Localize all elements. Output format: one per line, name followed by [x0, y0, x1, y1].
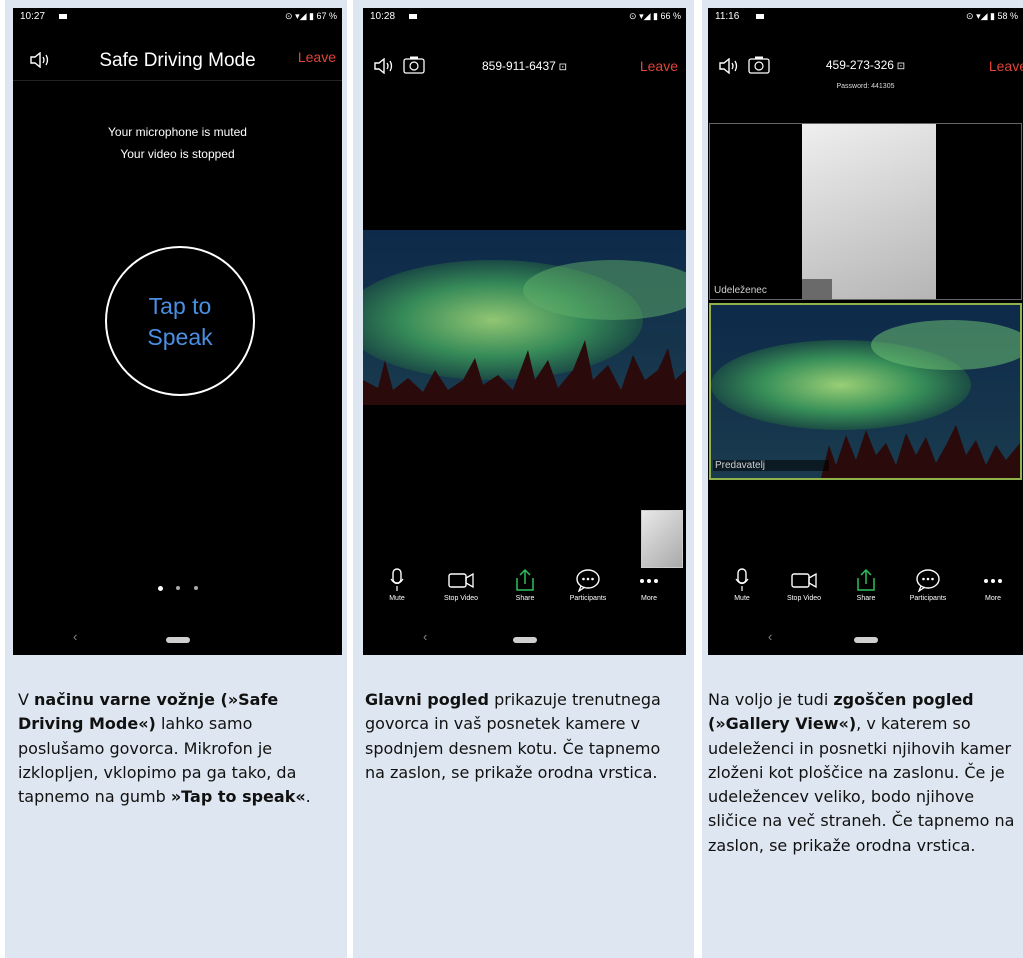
home-pill[interactable]: [165, 637, 190, 643]
panel-gallery-view: 11:16 ⊙ ▾◢ ▮ 58 % 459-273-326 ⊡ Password…: [702, 0, 1023, 958]
share-icon: [857, 568, 875, 591]
header-divider: [13, 80, 342, 81]
participant-video: [802, 124, 936, 299]
signal-icon: ⊙ ▾◢ ▮: [966, 11, 998, 21]
more-dots-icon: [640, 579, 658, 583]
stop-video-button[interactable]: Stop Video: [774, 568, 834, 602]
caption-gallery-view: Na voljo je tudi zgoščen pogled (»Galler…: [708, 688, 1021, 858]
meeting-id[interactable]: 859-911-6437 ⊡: [363, 59, 686, 73]
nav-bar: ‹: [13, 625, 342, 655]
participants-label: Participants: [909, 595, 947, 602]
leave-button[interactable]: Leave: [298, 49, 336, 65]
back-icon[interactable]: ‹: [768, 629, 772, 644]
video-camera-icon: [791, 572, 817, 589]
chat-bubble-icon: [576, 569, 600, 592]
speaker-video: [711, 305, 1020, 478]
mute-label: Mute: [389, 595, 405, 602]
self-view-thumbnail[interactable]: [641, 510, 683, 568]
camera-status-icon: [59, 14, 67, 19]
microphone-icon: [735, 568, 749, 591]
active-speaker-video[interactable]: [363, 230, 686, 416]
share-button[interactable]: Share: [495, 568, 555, 602]
caption-text: V: [18, 690, 35, 709]
mute-button[interactable]: Mute: [367, 568, 427, 602]
camera-status-icon: [409, 14, 417, 19]
caption-text: .: [305, 787, 311, 807]
more-label: More: [985, 595, 1001, 602]
gallery-tile-speaker[interactable]: Predavatelj: [709, 303, 1022, 480]
stop-video-button[interactable]: Stop Video: [431, 568, 491, 602]
speaker-name-tag: Predavatelj: [713, 460, 829, 471]
nav-bar: ‹: [708, 625, 1023, 655]
caption-main-view: Glavni pogled prikazuje trenutnega govor…: [365, 688, 685, 785]
status-bar: 11:16 ⊙ ▾◢ ▮ 58 %: [708, 8, 1023, 26]
meeting-toolbar: Mute Stop Video Share Participants More: [708, 568, 1023, 618]
video-status-line: Your video is stopped: [120, 147, 235, 161]
lock-icon: ⊡: [893, 61, 906, 72]
caption-bold: »Tap to speak«: [170, 787, 306, 807]
phone-screen-safe-driving: 10:27 ⊙ ▾◢ ▮ 67 % Safe Driving Mode Leav…: [13, 8, 342, 655]
battery-level: 67 %: [316, 11, 337, 21]
back-icon[interactable]: ‹: [423, 629, 427, 644]
status-bar: 10:27 ⊙ ▾◢ ▮ 67 %: [13, 8, 342, 26]
signal-icon: ⊙ ▾◢ ▮: [285, 11, 317, 21]
share-icon: [516, 568, 534, 591]
status-time: 11:16: [715, 11, 740, 22]
video-camera-icon: [448, 572, 474, 589]
meeting-password: Password: 441305: [836, 83, 895, 90]
signal-icon: ⊙ ▾◢ ▮: [629, 11, 661, 21]
camera-status-icon: [756, 14, 764, 19]
caption-safe-driving: V načinu varne vožnje (»Safe Driving Mod…: [18, 688, 338, 809]
share-label: Share: [856, 595, 876, 602]
stop-video-label: Stop Video: [443, 595, 479, 602]
meeting-id[interactable]: 459-273-326 ⊡: [708, 58, 1023, 72]
tap-to-speak-button[interactable]: Tap to Speak: [105, 246, 255, 396]
phone-screen-main-view: 10:28 ⊙ ▾◢ ▮ 66 % 859-911-6437 ⊡ Leave M…: [363, 8, 686, 655]
status-time: 10:27: [20, 11, 46, 22]
battery-level: 58 %: [997, 11, 1018, 21]
microphone-icon: [390, 568, 404, 591]
more-button[interactable]: More: [963, 568, 1023, 602]
participant-video-corner: [802, 279, 832, 299]
panel-safe-driving: 10:27 ⊙ ▾◢ ▮ 67 % Safe Driving Mode Leav…: [5, 0, 347, 958]
caption-text: , v katerem so udeleženci in posnetki nj…: [708, 714, 1015, 855]
lock-icon: ⊡: [555, 62, 567, 73]
leave-button[interactable]: Leave: [640, 58, 678, 74]
participants-button[interactable]: Participants: [898, 568, 958, 602]
leave-button[interactable]: Leave: [989, 58, 1023, 74]
mute-label: Mute: [734, 595, 750, 602]
meeting-toolbar: Mute Stop Video Share Participants More: [363, 568, 686, 618]
back-icon[interactable]: ‹: [73, 629, 77, 644]
phone-screen-gallery-view: 11:16 ⊙ ▾◢ ▮ 58 % 459-273-326 ⊡ Password…: [708, 8, 1023, 655]
caption-bold: Glavni pogled: [365, 690, 489, 709]
more-label: More: [641, 595, 657, 602]
panel-main-view: 10:28 ⊙ ▾◢ ▮ 66 % 859-911-6437 ⊡ Leave M…: [353, 0, 694, 958]
chat-bubble-icon: [916, 569, 940, 592]
participants-button[interactable]: Participants: [558, 568, 618, 602]
tap-to-speak-line2: Speak: [147, 324, 213, 350]
home-pill[interactable]: [853, 637, 878, 643]
status-bar: 10:28 ⊙ ▾◢ ▮ 66 %: [363, 8, 686, 26]
more-dots-icon: [984, 579, 1002, 583]
muted-status-line: Your microphone is muted: [108, 125, 247, 139]
meeting-id-text: 859-911-6437: [481, 59, 556, 73]
share-label: Share: [515, 595, 535, 602]
share-button[interactable]: Share: [836, 568, 896, 602]
caption-text: Na voljo je tudi: [708, 690, 834, 709]
mute-button[interactable]: Mute: [712, 568, 772, 602]
tap-to-speak-line1: Tap to: [148, 293, 212, 319]
participant-name-tag: Udeleženec: [712, 285, 769, 296]
more-button[interactable]: More: [619, 568, 679, 602]
participants-label: Participants: [569, 595, 607, 602]
home-pill[interactable]: [512, 637, 537, 643]
meeting-id-text: 459-273-326: [825, 58, 894, 72]
status-time: 10:28: [370, 11, 396, 22]
page-title: Safe Driving Mode: [99, 50, 256, 71]
page-indicator: [158, 586, 208, 592]
nav-bar: ‹: [363, 625, 686, 655]
gallery-tile-participant[interactable]: Udeleženec: [709, 123, 1022, 300]
battery-level: 66 %: [660, 11, 681, 21]
stop-video-label: Stop Video: [786, 595, 822, 602]
